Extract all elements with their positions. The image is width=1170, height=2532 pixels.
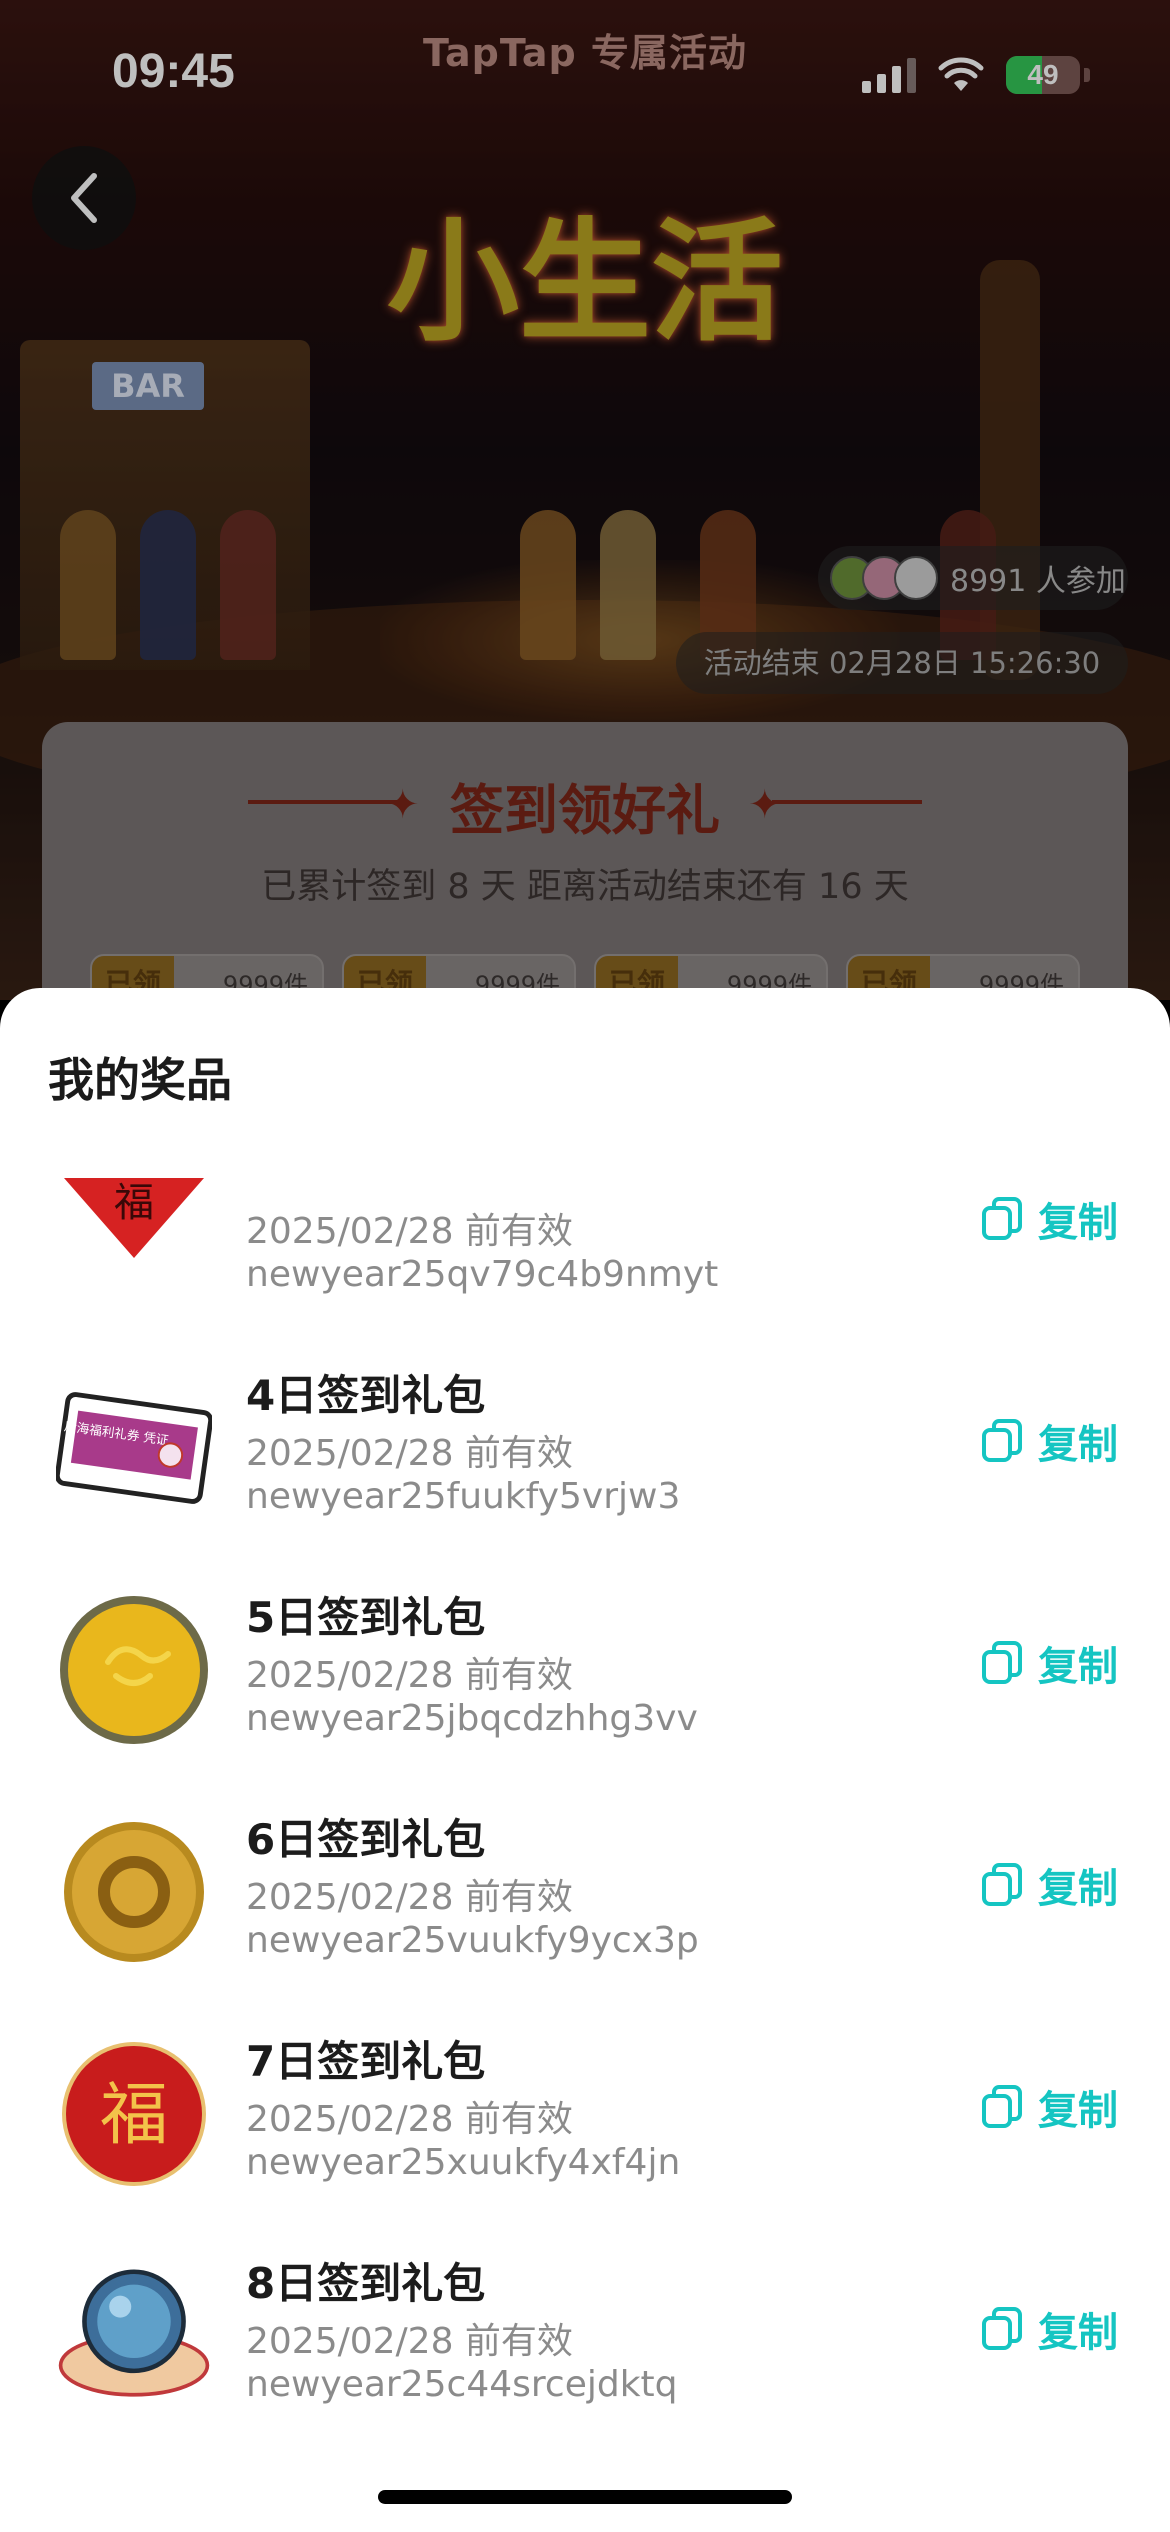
fu-banner-icon: 福 [56, 1148, 212, 1304]
copy-icon [982, 1419, 1022, 1462]
prize-validity: 2025/02/28 前有效 [246, 2099, 573, 2140]
fu-char: 福 [100, 2076, 168, 2155]
prize-validity: 2025/02/28 前有效 [246, 1877, 573, 1918]
crystal-ball-icon [56, 2258, 212, 2414]
copy-button[interactable]: 复制 [980, 2078, 1118, 2136]
prize-item: 福 7日签到礼包 2025/02/28 前有效 newyear25xuukfy4… [0, 1992, 1170, 2214]
prize-validity: 2025/02/28 前有效 [246, 1211, 573, 1252]
prize-item: 8日签到礼包 2025/02/28 前有效 newyear25c44srcejd… [0, 2214, 1170, 2436]
copy-label: 复制 [1038, 1200, 1118, 1246]
prize-code: newyear25c44srcejdktq [246, 2364, 678, 2405]
prize-code: newyear25xuukfy4xf4jn [246, 2142, 681, 2183]
copy-button[interactable]: 复制 [980, 1412, 1118, 1470]
prize-validity: 2025/02/28 前有效 [246, 1433, 573, 1474]
prize-name: 7日签到礼包 [246, 2037, 486, 2086]
prize-validity: 2025/02/28 前有效 [246, 2321, 573, 2362]
prize-item: 5日签到礼包 2025/02/28 前有效 newyear25jbqcdzhhg… [0, 1548, 1170, 1770]
my-prizes-sheet: 我的奖品 福 2025/02/28 前有效 newyear25qv79c4b9n… [0, 988, 1170, 2532]
prize-list[interactable]: 福 2025/02/28 前有效 newyear25qv79c4b9nmyt 复… [0, 1148, 1170, 2448]
copy-label: 复制 [1038, 2310, 1118, 2356]
prize-item: 福 2025/02/28 前有效 newyear25qv79c4b9nmyt 复… [0, 1148, 1170, 1326]
prize-code: newyear25qv79c4b9nmyt [246, 1254, 719, 1295]
copy-icon [982, 1863, 1022, 1906]
prize-code: newyear25vuukfy9ycx3p [246, 1920, 699, 1961]
sheet-title: 我的奖品 [48, 1053, 232, 1107]
prize-code: newyear25jbqcdzhhg3vv [246, 1698, 698, 1739]
prize-name: 6日签到礼包 [246, 1815, 486, 1864]
copy-button[interactable]: 复制 [980, 1190, 1118, 1248]
prize-validity: 2025/02/28 前有效 [246, 1655, 573, 1696]
fu-char: 福 [114, 1180, 154, 1226]
prize-name: 5日签到礼包 [246, 1593, 486, 1642]
copy-button[interactable]: 复制 [980, 1634, 1118, 1692]
copy-icon [982, 1641, 1022, 1684]
copy-icon [982, 1197, 1022, 1240]
prize-name: 4日签到礼包 [246, 1371, 486, 1420]
voucher-card-icon: 后海福利礼券 凭证 [56, 1370, 212, 1526]
copy-button[interactable]: 复制 [980, 2300, 1118, 2358]
bronze-coin-icon [56, 1814, 212, 1970]
copy-icon [982, 2307, 1022, 2350]
prize-item: 后海福利礼券 凭证 4日签到礼包 2025/02/28 前有效 newyear2… [0, 1326, 1170, 1548]
copy-label: 复制 [1038, 1422, 1118, 1468]
gold-snake-coin-icon [56, 1592, 212, 1748]
copy-button[interactable]: 复制 [980, 1856, 1118, 1914]
prize-item: 6日签到礼包 2025/02/28 前有效 newyear25vuukfy9yc… [0, 1770, 1170, 1992]
prize-name: 8日签到礼包 [246, 2259, 486, 2308]
copy-icon [982, 2085, 1022, 2128]
copy-label: 复制 [1038, 2088, 1118, 2134]
prize-code: newyear25fuukfy5vrjw3 [246, 1476, 681, 1517]
copy-label: 复制 [1038, 1644, 1118, 1690]
fu-red-ball-icon: 福 [56, 2036, 212, 2192]
home-indicator[interactable] [378, 2490, 792, 2504]
copy-label: 复制 [1038, 1866, 1118, 1912]
